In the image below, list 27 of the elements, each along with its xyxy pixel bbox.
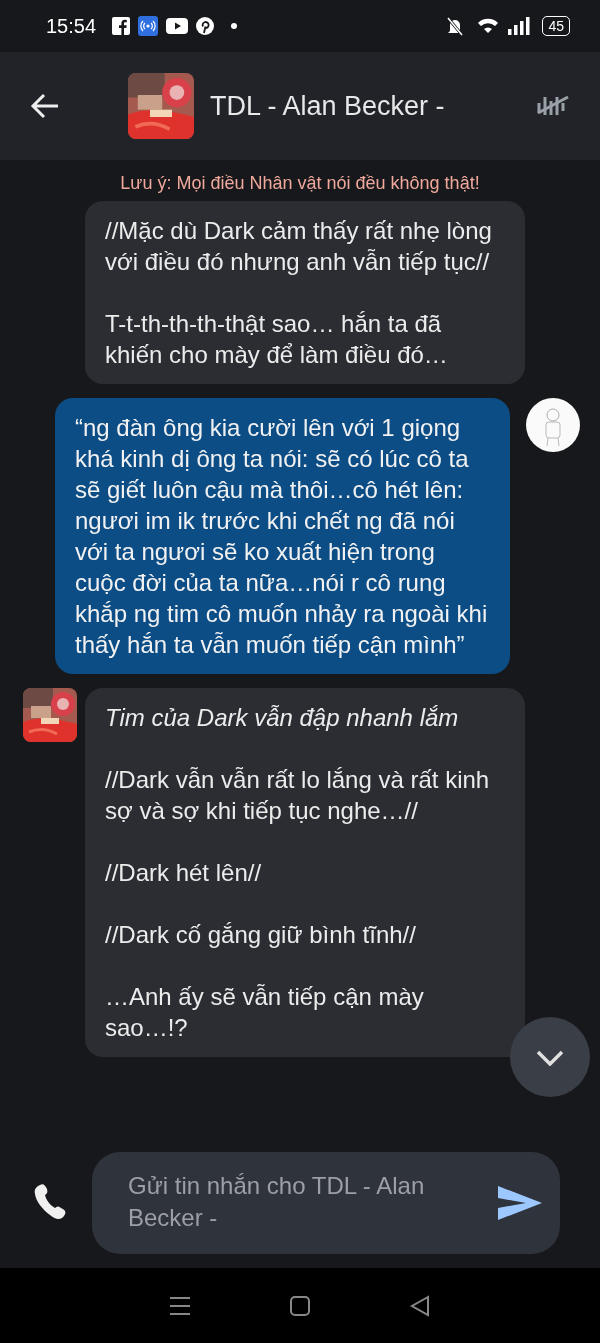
chevron-down-icon xyxy=(536,1049,564,1066)
message-text: “ng đàn ông kia cười lên với 1 giọng khá kinh dị ông ta nói: sẽ có lúc cô ta sẽ giết luôn cậu mà thôi…cô hét lên: ngươi im ik trước khi chết ng đã nói với ta ngươi sẽ ko xuất hiện trong cuộc đời của ta nữa…nói r cô rung khắp ng tim cô muốn nhảy ra ngoài khi thấy hắn ta vẫn muốn tiếp cận mình” xyxy=(75,413,489,660)
pin-icon xyxy=(196,17,215,35)
message-text: //Mặc dù Dark cảm thấy rất nhẹ lòng với điều đó nhưng anh vẫn tiếp tục// xyxy=(105,216,493,277)
back-nav-button[interactable] xyxy=(409,1294,431,1317)
menu-button[interactable] xyxy=(169,1295,191,1316)
battery-indicator: 45 xyxy=(542,16,570,36)
message-field[interactable]: Gửi tin nhắn cho TDL - Alan Becker - xyxy=(92,1152,560,1254)
chat-title: TDL - Alan Becker - xyxy=(210,89,445,123)
back-button[interactable] xyxy=(30,93,60,119)
message-text: //Dark vẫn vẫn rất lo lắng và rất kinh sợ và sợ khi tiếp tục nghe…// xyxy=(105,765,491,826)
message-input[interactable]: Gửi tin nhắn cho TDL - Alan Becker - xyxy=(126,1168,488,1238)
message-text: …Anh ấy sẽ vẫn tiếp cận mày sao…!? xyxy=(105,982,425,1043)
signal-icon xyxy=(508,17,531,35)
message-text: T-t-th-th-th-thật sao… hắn ta đã khiến cho mày để làm điều đó… xyxy=(105,309,449,370)
clock: 15:54 xyxy=(46,14,97,39)
wifi-icon xyxy=(476,16,501,36)
facebook-icon xyxy=(112,17,131,35)
message-text: //Dark hét lên// xyxy=(105,858,263,888)
send-button[interactable] xyxy=(496,1184,544,1222)
home-button[interactable] xyxy=(289,1294,311,1317)
message-text: //Dark cố gắng giữ bình tĩnh// xyxy=(105,920,417,950)
play-icon xyxy=(166,18,189,34)
dot-icon xyxy=(230,22,239,30)
message-text: Tim của Dark vẫn đập nhanh lắm xyxy=(105,703,460,733)
broadcast-icon xyxy=(138,16,159,36)
notice-text: Lưu ý: Mọi điều Nhân vật nói đều không thật! xyxy=(119,172,481,195)
